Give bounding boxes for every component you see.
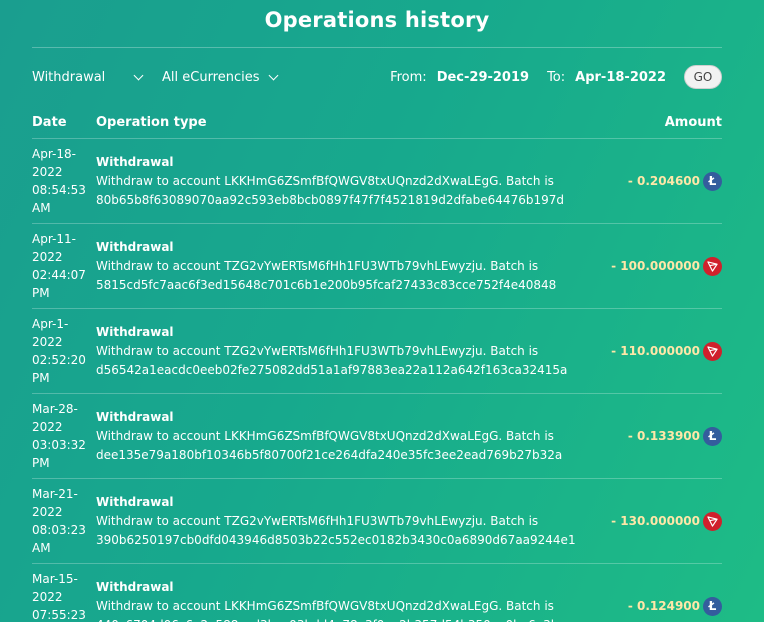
row-date: Mar-21- 2022 08:03:23 AM <box>32 487 86 555</box>
table-row: Mar-21- 2022 08:03:23 AM Withdrawal With… <box>32 478 722 563</box>
litecoin-icon: Ł <box>703 426 722 446</box>
to-date-picker[interactable]: Apr-18-2022 <box>575 70 666 85</box>
row-operation: Withdrawal Withdraw to account LKKHmG6ZS… <box>96 408 582 465</box>
from-date-picker[interactable]: Dec-29-2019 <box>437 70 529 85</box>
currency-dropdown[interactable]: All eCurrencies <box>162 69 278 85</box>
row-date: Mar-15- 2022 07:55:23 AM <box>32 572 86 622</box>
to-label: To: <box>547 69 566 85</box>
operation-type: Withdrawal <box>96 239 174 254</box>
amount-value: - 110.000000 <box>611 344 700 358</box>
row-date: Apr-18- 2022 08:54:53 AM <box>32 147 86 215</box>
batch-id: 80b65b8f63089070aa92c593eb8bcb0897f47f7f… <box>96 192 564 207</box>
row-amount: - 0.204600 Ł <box>582 171 722 191</box>
batch-id: d56542a1eacdc0eeb02fe275082dd51a1af97883… <box>96 362 568 377</box>
header-amount: Amount <box>664 114 722 130</box>
operation-description: Withdraw to account TZG2vYwERTsM6fHh1FU3… <box>96 343 539 358</box>
page-title: Operations history <box>264 8 490 32</box>
operations-history-page: Operations history Withdrawal All eCurre… <box>32 0 722 622</box>
chevron-down-icon <box>268 70 278 80</box>
batch-id: 390b6250197cb0dfd043946d8503b22c552ec018… <box>96 532 576 547</box>
filter-bar: Withdrawal All eCurrencies From: Dec-29-… <box>32 48 722 106</box>
table-row: Apr-1- 2022 02:52:20 PM Withdrawal Withd… <box>32 308 722 393</box>
operation-description: Withdraw to account LKKHmG6ZSmfBfQWGV8tx… <box>96 173 554 188</box>
operation-description: Withdraw to account LKKHmG6ZSmfBfQWGV8tx… <box>96 598 554 613</box>
operation-description: Withdraw to account TZG2vYwERTsM6fHh1FU3… <box>96 513 539 528</box>
row-amount: - 0.124900 Ł <box>582 596 722 616</box>
amount-value: - 100.000000 <box>611 259 700 273</box>
amount-value: - 0.124900 <box>627 599 700 613</box>
tron-icon <box>703 341 722 361</box>
row-date: Mar-28- 2022 03:03:32 PM <box>32 402 86 470</box>
row-date: Apr-11- 2022 02:44:07 PM <box>32 232 86 300</box>
table-header: Date Operation type Amount <box>32 106 722 138</box>
table-row: Mar-28- 2022 03:03:32 PM Withdrawal With… <box>32 393 722 478</box>
row-operation: Withdrawal Withdraw to account TZG2vYwER… <box>96 323 582 380</box>
row-operation: Withdrawal Withdraw to account LKKHmG6ZS… <box>96 153 582 210</box>
row-operation: Withdrawal Withdraw to account LKKHmG6ZS… <box>96 578 582 622</box>
litecoin-icon: Ł <box>703 171 722 191</box>
amount-value: - 130.000000 <box>611 514 700 528</box>
go-button[interactable]: GO <box>684 65 722 89</box>
header-date: Date <box>32 114 67 130</box>
currency-value: All eCurrencies <box>162 69 260 85</box>
operation-type: Withdrawal <box>96 494 174 509</box>
operation-type: Withdrawal <box>96 154 174 169</box>
operation-type-dropdown[interactable]: Withdrawal <box>32 70 162 85</box>
operations-table-body: Apr-18- 2022 08:54:53 AM Withdrawal With… <box>32 138 722 622</box>
table-row: Apr-18- 2022 08:54:53 AM Withdrawal With… <box>32 138 722 223</box>
row-amount: - 0.133900 Ł <box>582 426 722 446</box>
row-date: Apr-1- 2022 02:52:20 PM <box>32 317 86 385</box>
row-operation: Withdrawal Withdraw to account TZG2vYwER… <box>96 238 582 295</box>
operation-type: Withdrawal <box>96 579 174 594</box>
row-amount: - 100.000000 <box>582 256 722 276</box>
amount-value: - 0.133900 <box>627 429 700 443</box>
tron-icon <box>703 256 722 276</box>
operation-type: Withdrawal <box>96 409 174 424</box>
row-operation: Withdrawal Withdraw to account TZG2vYwER… <box>96 493 582 550</box>
table-row: Apr-11- 2022 02:44:07 PM Withdrawal With… <box>32 223 722 308</box>
batch-id: 5815cd5fc7aac6f3ed15648c701c6b1e200b95fc… <box>96 277 557 292</box>
chevron-down-icon <box>133 70 144 80</box>
operation-type: Withdrawal <box>96 324 174 339</box>
amount-value: - 0.204600 <box>627 174 700 188</box>
header-operation-type: Operation type <box>96 114 207 130</box>
row-amount: - 130.000000 <box>582 511 722 531</box>
from-label: From: <box>390 69 427 85</box>
tron-icon <box>703 511 722 531</box>
operation-type-value: Withdrawal <box>32 69 106 85</box>
table-row: Mar-15- 2022 07:55:23 AM Withdrawal With… <box>32 563 722 622</box>
batch-id: 440c6704d06c6a2a588acd3bca03bdd4e78a3f0e… <box>96 616 582 622</box>
row-amount: - 110.000000 <box>582 341 722 361</box>
operation-description: Withdraw to account TZG2vYwERTsM6fHh1FU3… <box>96 258 539 273</box>
operation-description: Withdraw to account LKKHmG6ZSmfBfQWGV8tx… <box>96 428 554 443</box>
batch-id: dee135e79a180bf10346b5f80700f21ce264dfa2… <box>96 447 563 462</box>
litecoin-icon: Ł <box>703 596 722 616</box>
